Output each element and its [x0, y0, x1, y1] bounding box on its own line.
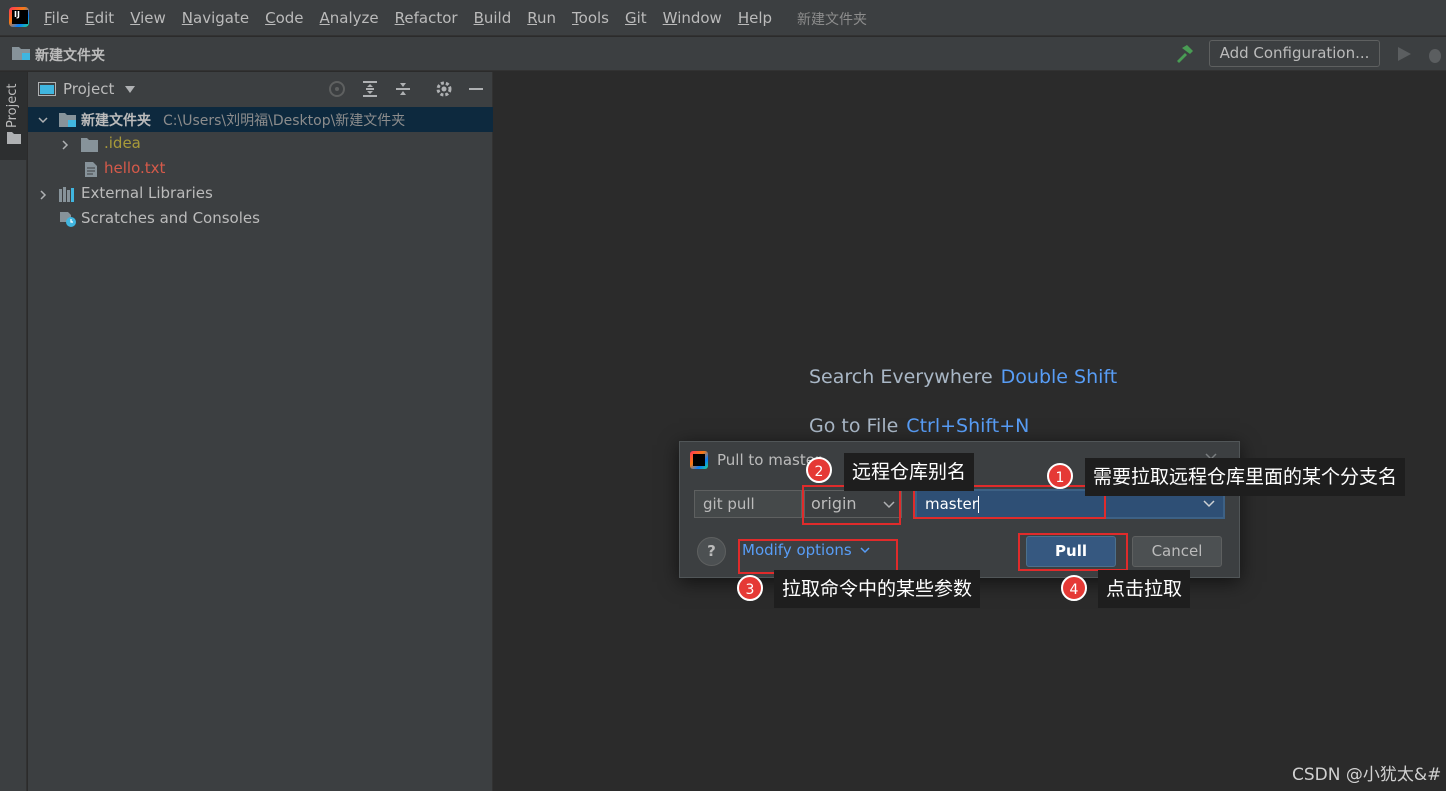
tree-label: 新建文件夹 — [81, 113, 151, 129]
git-command-label: git pull — [694, 490, 802, 518]
project-tool-tab[interactable]: Project — [0, 72, 27, 160]
menu-view[interactable]: View — [130, 9, 166, 27]
tree-row-scratches[interactable]: Scratches and Consoles — [28, 207, 493, 232]
menu-git[interactable]: Git — [625, 9, 647, 27]
tree-label: Scratches and Consoles — [81, 209, 260, 227]
project-view-icon — [38, 82, 56, 96]
project-folder-icon — [59, 113, 76, 127]
scratches-icon — [60, 212, 76, 227]
navigation-bar: 新建文件夹 Add Configuration... — [0, 37, 1446, 71]
left-tool-strip: Project — [0, 72, 27, 791]
annotation-badge-4: 4 — [1061, 575, 1087, 601]
menu-mnemonic: N — [181, 9, 194, 27]
minimize-icon[interactable] — [467, 80, 485, 98]
hint-shortcut: Ctrl+Shift+N — [906, 415, 1030, 437]
menu-mnemonic: A — [319, 9, 330, 27]
project-panel-title[interactable]: Project — [63, 80, 114, 98]
watermark: CSDN @小犹太&# — [1292, 765, 1442, 785]
project-panel: Project 新建文件夹 C:\Users\刘明福\Desktop\新建文件夹… — [28, 72, 493, 791]
chevron-down-icon[interactable] — [38, 115, 48, 125]
run-icon[interactable] — [1396, 46, 1412, 62]
menu-mnemonic: W — [662, 9, 678, 27]
menu-bar: File Edit View Navigate Code Analyze Ref… — [0, 0, 1446, 36]
menu-mnemonic: B — [473, 9, 484, 27]
window-title: 新建文件夹 — [797, 12, 867, 28]
tree-row-hello-txt[interactable]: hello.txt — [28, 157, 493, 182]
cancel-button[interactable]: Cancel — [1132, 536, 1222, 567]
chevron-down-icon[interactable] — [1203, 500, 1215, 508]
menu-code[interactable]: Code — [265, 9, 303, 27]
intellij-logo-icon — [9, 7, 29, 27]
folder-icon — [81, 138, 98, 152]
menu-mnemonic: G — [624, 9, 637, 27]
menu-file[interactable]: File — [44, 9, 69, 27]
menu-window[interactable]: Window — [663, 9, 722, 27]
annotation-badge-2: 2 — [806, 457, 832, 483]
menu-tools[interactable]: Tools — [572, 9, 609, 27]
folder-icon — [7, 132, 21, 144]
hint-go-to-file: Go to File Ctrl+Shift+N — [809, 415, 1029, 437]
hint-label: Go to File — [809, 415, 899, 437]
menu-refactor[interactable]: Refactor — [395, 9, 458, 27]
annotation-callout-2: 远程仓库别名 — [844, 453, 975, 491]
tree-label: .idea — [104, 134, 141, 152]
hammer-icon[interactable] — [1174, 44, 1196, 64]
menu-edit[interactable]: Edit — [85, 9, 114, 27]
menu-mnemonic: E — [85, 9, 95, 27]
tree-row-idea[interactable]: .idea — [28, 132, 493, 157]
add-configuration-button[interactable]: Add Configuration... — [1209, 40, 1380, 67]
project-tool-label: Project — [5, 83, 20, 128]
menu-navigate[interactable]: Navigate — [182, 9, 249, 27]
debug-icon[interactable] — [1426, 46, 1444, 64]
menu-run[interactable]: Run — [527, 9, 556, 27]
menu-mnemonic: R — [527, 9, 537, 27]
annotation-box-remote — [802, 485, 901, 525]
hint-shortcut: Double Shift — [1000, 366, 1118, 388]
menu-mnemonic: C — [265, 9, 276, 27]
text-file-icon — [85, 162, 97, 177]
menu-mnemonic: F — [44, 9, 52, 27]
menu-mnemonic: H — [737, 9, 750, 27]
tree-row-project-root[interactable]: 新建文件夹 C:\Users\刘明福\Desktop\新建文件夹 — [28, 107, 493, 132]
menu-help[interactable]: Help — [738, 9, 772, 27]
intellij-logo-icon — [690, 451, 708, 469]
annotation-callout-3: 拉取命令中的某些参数 — [774, 570, 981, 608]
project-panel-header: Project — [28, 72, 493, 106]
chevron-right-icon[interactable] — [60, 140, 70, 150]
expand-all-icon[interactable] — [361, 80, 379, 98]
locate-icon[interactable] — [328, 80, 346, 98]
menu-mnemonic: R — [394, 9, 405, 27]
hint-label: Search Everywhere — [809, 366, 993, 388]
annotation-callout-4: 点击拉取 — [1098, 570, 1191, 608]
chevron-right-icon[interactable] — [38, 190, 48, 200]
annotation-callout-1: 需要拉取远程仓库里面的某个分支名 — [1085, 458, 1406, 496]
menu-mnemonic: V — [130, 9, 141, 27]
help-button[interactable]: ? — [697, 537, 726, 566]
collapse-all-icon[interactable] — [394, 80, 412, 98]
tree-path: C:\Users\刘明福\Desktop\新建文件夹 — [163, 113, 406, 129]
menu-build[interactable]: Build — [474, 9, 512, 27]
hint-search-everywhere: Search Everywhere Double Shift — [809, 366, 1117, 388]
folder-icon — [12, 47, 30, 60]
library-icon — [59, 187, 74, 202]
gear-icon[interactable] — [435, 80, 453, 98]
chevron-down-icon[interactable] — [125, 86, 135, 93]
breadcrumb-project[interactable]: 新建文件夹 — [35, 45, 105, 65]
annotation-box-pull — [1018, 533, 1128, 571]
annotation-badge-1: 1 — [1047, 463, 1073, 489]
annotation-badge-3: 3 — [737, 575, 763, 601]
tree-label: External Libraries — [81, 184, 213, 202]
menu-items: File Edit View Navigate Code Analyze Ref… — [44, 0, 788, 36]
annotation-box-modify-options — [738, 539, 898, 574]
tree-row-external-libraries[interactable]: External Libraries — [28, 182, 493, 207]
menu-mnemonic: T — [572, 9, 579, 27]
menu-analyze[interactable]: Analyze — [320, 9, 379, 27]
tree-label: hello.txt — [104, 159, 166, 177]
